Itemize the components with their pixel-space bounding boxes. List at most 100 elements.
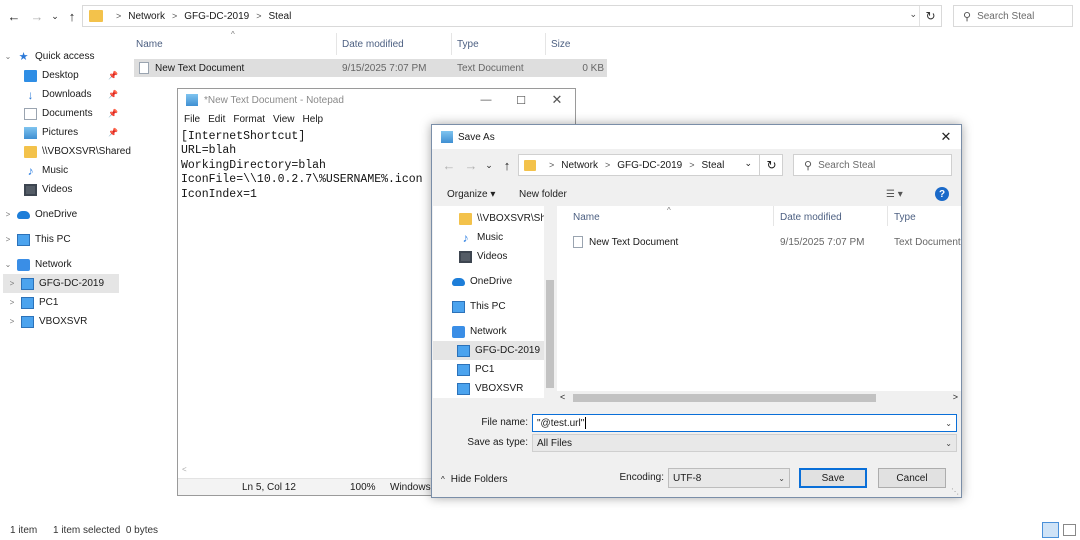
- nav-quick-access[interactable]: ⌄ ★ Quick access: [3, 47, 95, 66]
- close-button[interactable]: ✕: [931, 125, 961, 149]
- notepad-title-bar[interactable]: *New Text Document - Notepad — ☐ ✕: [178, 89, 575, 111]
- column-header-name[interactable]: Name: [573, 212, 600, 223]
- chevron-down-icon[interactable]: ⌄: [3, 260, 13, 269]
- chevron-down-icon[interactable]: ⌄: [3, 52, 13, 61]
- cancel-button[interactable]: Cancel: [878, 468, 946, 488]
- nav-item-vboxsvr[interactable]: > VBOXSVR: [3, 312, 87, 331]
- column-header-name[interactable]: Name ^: [132, 30, 337, 55]
- dialog-forward-button[interactable]: →: [462, 155, 480, 175]
- dialog-refresh-button[interactable]: ↻: [759, 154, 783, 176]
- table-row[interactable]: New Text Document 9/15/2025 7:07 PM Text…: [573, 234, 961, 250]
- chevron-right-icon[interactable]: >: [3, 210, 13, 219]
- menu-format[interactable]: Format: [233, 114, 265, 125]
- menu-help[interactable]: Help: [303, 114, 324, 125]
- breadcrumb-gfg-dc-2019[interactable]: GFG-DC-2019: [617, 160, 682, 171]
- nav-item-vboxsvr-shared[interactable]: \\VBOXSVR\Shared: [10, 142, 131, 161]
- pin-icon[interactable]: 📌: [108, 90, 118, 99]
- nav-item-pc1[interactable]: > PC1: [3, 293, 58, 312]
- dialog-nav-vboxsvr[interactable]: VBOXSVR: [457, 379, 523, 398]
- menu-file[interactable]: File: [184, 114, 200, 125]
- search-input[interactable]: ⚲ Search Steal: [953, 5, 1073, 27]
- scroll-left-icon[interactable]: <: [182, 465, 187, 474]
- nav-item-pictures[interactable]: Pictures 📌: [10, 123, 118, 142]
- forward-button[interactable]: →: [28, 6, 46, 26]
- new-folder-button[interactable]: New folder: [519, 185, 567, 203]
- maximize-button[interactable]: ☐: [503, 89, 539, 111]
- minimize-button[interactable]: —: [468, 89, 504, 111]
- dialog-recent-button[interactable]: ⌄: [480, 155, 498, 175]
- nav-item-documents[interactable]: Documents 📌: [10, 104, 118, 123]
- refresh-button[interactable]: ↻: [919, 6, 941, 26]
- nav-item-desktop[interactable]: Desktop 📌: [10, 66, 118, 85]
- file-name-field[interactable]: "@test.url" ⌄: [532, 414, 957, 432]
- menu-view[interactable]: View: [273, 114, 295, 125]
- chevron-right-icon[interactable]: >: [7, 298, 17, 307]
- breadcrumb-network[interactable]: Network: [561, 160, 598, 171]
- dialog-nav-pc1[interactable]: PC1: [457, 360, 494, 379]
- breadcrumb-steal[interactable]: Steal: [702, 160, 725, 171]
- hide-folders-button[interactable]: ^ Hide Folders: [441, 474, 507, 485]
- horizontal-scrollbar[interactable]: < >: [557, 391, 961, 405]
- nav-item-videos[interactable]: Videos: [10, 180, 72, 199]
- breadcrumb-gfg-dc-2019[interactable]: GFG-DC-2019: [184, 11, 249, 22]
- nav-item-downloads[interactable]: ↓ Downloads 📌: [10, 85, 119, 104]
- large-icons-view-icon[interactable]: [1063, 524, 1076, 536]
- column-header-size[interactable]: Size: [547, 33, 609, 55]
- dialog-nav-videos[interactable]: Videos: [459, 247, 507, 266]
- column-header-type[interactable]: Type: [453, 33, 546, 55]
- horizontal-scrollbar[interactable]: <: [178, 465, 433, 478]
- address-dropdown-icon[interactable]: ⌄: [909, 9, 917, 20]
- nav-item-gfg-dc-2019[interactable]: > GFG-DC-2019: [3, 274, 119, 293]
- save-as-type-select[interactable]: All Files ⌄: [532, 434, 957, 452]
- nav-item-onedrive[interactable]: > OneDrive: [3, 205, 78, 224]
- dialog-nav-vboxsvr-shared[interactable]: \\VBOXSVR\Shared: [459, 209, 556, 228]
- chevron-down-icon[interactable]: ⌄: [945, 419, 952, 428]
- column-header-type[interactable]: Type: [894, 212, 916, 223]
- scrollbar-thumb[interactable]: [546, 280, 554, 388]
- dialog-nav-this-pc[interactable]: This PC: [452, 297, 506, 316]
- dialog-up-button[interactable]: ↑: [498, 155, 516, 175]
- dialog-search-input[interactable]: ⚲ Search Steal: [793, 154, 952, 176]
- pin-icon[interactable]: 📌: [108, 128, 118, 137]
- nav-item-this-pc[interactable]: > This PC: [3, 230, 71, 249]
- column-header-date-modified[interactable]: Date modified: [780, 212, 842, 223]
- resize-grip-icon[interactable]: ⋱: [951, 487, 959, 496]
- breadcrumb-network[interactable]: Network: [128, 11, 165, 22]
- chevron-right-icon[interactable]: >: [7, 279, 17, 288]
- column-header-date-modified[interactable]: Date modified: [338, 33, 452, 55]
- pin-icon[interactable]: 📌: [108, 109, 118, 118]
- encoding-select[interactable]: UTF-8 ⌄: [668, 468, 790, 488]
- nav-item-network[interactable]: ⌄ Network: [3, 255, 72, 274]
- dialog-back-button[interactable]: ←: [440, 155, 458, 175]
- dialog-nav-onedrive[interactable]: OneDrive: [452, 272, 512, 291]
- address-bar[interactable]: > Network > GFG-DC-2019 > Steal ⌄ ↻: [82, 5, 942, 27]
- view-options-button[interactable]: ☰ ▾: [886, 185, 903, 203]
- save-button[interactable]: Save: [799, 468, 867, 488]
- scrollbar-thumb[interactable]: [573, 394, 876, 402]
- breadcrumb-steal[interactable]: Steal: [269, 11, 292, 22]
- pin-icon[interactable]: 📌: [108, 71, 118, 80]
- dialog-nav-gfg-dc-2019[interactable]: GFG-DC-2019: [433, 341, 544, 360]
- scroll-left-icon[interactable]: <: [560, 392, 565, 402]
- close-button[interactable]: ✕: [539, 89, 575, 111]
- organize-button[interactable]: Organize ▾: [447, 185, 495, 203]
- scroll-right-icon[interactable]: >: [953, 392, 958, 402]
- dialog-nav-network[interactable]: Network: [452, 322, 507, 341]
- vertical-scrollbar[interactable]: [544, 206, 556, 398]
- address-dropdown-icon[interactable]: ⌄: [744, 158, 752, 169]
- help-button[interactable]: ?: [935, 185, 949, 203]
- dialog-nav-music[interactable]: ♪ Music: [459, 228, 504, 247]
- dialog-title-bar[interactable]: Save As ✕: [432, 125, 961, 149]
- up-button[interactable]: ↑: [63, 6, 81, 26]
- chevron-right-icon[interactable]: >: [3, 235, 13, 244]
- dialog-address-bar[interactable]: > Network > GFG-DC-2019 > Steal ⌄: [518, 154, 783, 176]
- nav-label: Documents: [42, 108, 93, 119]
- recent-locations-button[interactable]: ⌄: [46, 6, 64, 26]
- back-button[interactable]: ←: [5, 6, 23, 26]
- table-row[interactable]: New Text Document 9/15/2025 7:07 PM Text…: [134, 59, 607, 77]
- menu-edit[interactable]: Edit: [208, 114, 225, 125]
- nav-label: VBOXSVR: [39, 316, 88, 327]
- nav-item-music[interactable]: ♪ Music: [10, 161, 69, 180]
- details-view-icon[interactable]: [1042, 522, 1059, 538]
- chevron-right-icon[interactable]: >: [7, 317, 17, 326]
